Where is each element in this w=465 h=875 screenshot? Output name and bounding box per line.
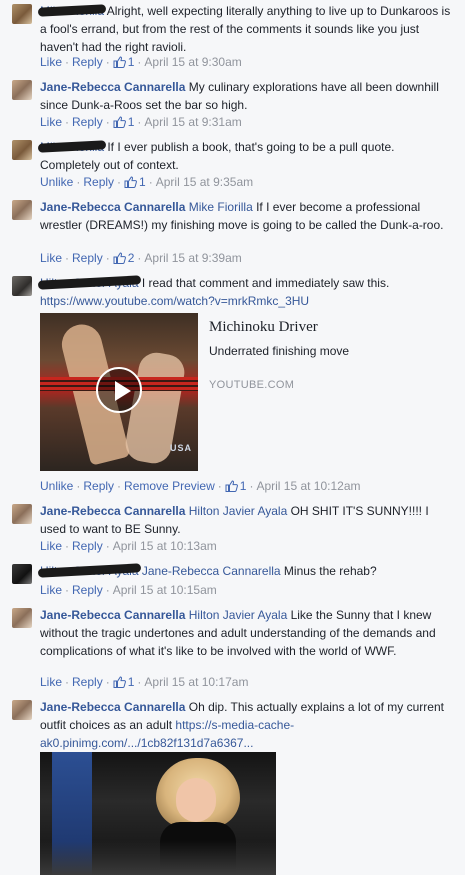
comment-body: Mike Fiorilla If I ever publish a book, … — [40, 138, 455, 174]
like-link[interactable]: Like — [40, 539, 62, 553]
remove-preview-link[interactable]: Remove Preview — [124, 479, 215, 493]
like-link[interactable]: Like — [40, 251, 62, 265]
mention-link[interactable]: Hilton Javier Ayala — [189, 608, 288, 622]
avatar[interactable] — [12, 276, 32, 296]
comment-body: Mike Fiorilla Alright, well expecting li… — [40, 2, 455, 56]
preview-description: Underrated finishing move — [209, 344, 350, 358]
avatar[interactable] — [12, 80, 32, 100]
like-count[interactable]: 1 — [128, 55, 135, 69]
comment-author[interactable]: Jane-Rebecca Cannarella — [40, 608, 185, 622]
comment-actions: Unlike · Reply · 1 · April 15 at 9:35am — [40, 174, 253, 192]
reply-link[interactable]: Reply — [83, 479, 114, 493]
play-icon[interactable] — [96, 367, 142, 413]
avatar[interactable] — [12, 504, 32, 524]
comment-author[interactable]: Jane-Rebecca Cannarella — [40, 80, 185, 94]
like-link[interactable]: Like — [40, 55, 62, 69]
comment-body: Jane-Rebecca Cannarella My culinary expl… — [40, 78, 455, 114]
unlike-link[interactable]: Unlike — [40, 175, 73, 189]
avatar[interactable] — [12, 200, 32, 220]
like-count[interactable]: 2 — [128, 251, 135, 265]
reply-link[interactable]: Reply — [72, 675, 103, 689]
comment-actions: Unlike · Reply · Remove Preview · 1 · April 15 a… — [40, 478, 361, 496]
avatar[interactable] — [12, 4, 32, 24]
thumbs-up-icon[interactable] — [124, 176, 137, 192]
reply-link[interactable]: Reply — [72, 539, 103, 553]
comment-text: Minus the rehab? — [280, 564, 377, 578]
comment-body: Hilton Javier Ayala Jane-Rebecca Cannare… — [40, 562, 455, 580]
like-link[interactable]: Like — [40, 115, 62, 129]
thumbs-up-icon[interactable] — [225, 480, 238, 496]
comment-author[interactable]: Hilton Javier Ayala — [40, 274, 139, 292]
avatar[interactable] — [12, 608, 32, 628]
comment-body: Jane-Rebecca Cannarella Hilton Javier Ay… — [40, 606, 455, 660]
like-count[interactable]: 1 — [240, 479, 247, 493]
reply-link[interactable]: Reply — [72, 115, 103, 129]
comment-text: I read that comment and immediately saw … — [138, 276, 390, 290]
preview-title[interactable]: Michinoku Driver — [209, 319, 318, 336]
comment-author[interactable]: Mike Fiorilla — [40, 2, 104, 20]
like-count[interactable]: 1 — [128, 675, 135, 689]
timestamp[interactable]: April 15 at 9:31am — [144, 115, 241, 129]
comment-actions: Like · Reply · April 15 at 10:13am — [40, 539, 217, 553]
link-preview[interactable]: USA Michinoku Driver Underrated finishin… — [40, 313, 450, 471]
comment-actions: Like · Reply · 2 · April 15 at 9:39am — [40, 250, 242, 268]
comment-body: Jane-Rebecca Cannarella Hilton Javier Ay… — [40, 502, 455, 538]
like-link[interactable]: Like — [40, 583, 62, 597]
timestamp[interactable]: April 15 at 9:39am — [144, 251, 241, 265]
comment-actions: Like · Reply · 1 · April 15 at 9:30am — [40, 54, 242, 72]
attached-photo[interactable] — [40, 752, 276, 875]
reply-link[interactable]: Reply — [72, 583, 103, 597]
unlike-link[interactable]: Unlike — [40, 479, 73, 493]
thumbs-up-icon[interactable] — [113, 56, 126, 72]
comment-actions: Like · Reply · April 15 at 10:15am — [40, 583, 217, 597]
reply-link[interactable]: Reply — [83, 175, 114, 189]
comment-body: Jane-Rebecca Cannarella Oh dip. This act… — [40, 698, 455, 752]
comment-author[interactable]: Hilton Javier Ayala — [40, 562, 139, 580]
comment-thread: Mike Fiorilla Alright, well expecting li… — [0, 0, 465, 875]
timestamp[interactable]: April 15 at 10:12am — [256, 479, 360, 493]
reply-link[interactable]: Reply — [72, 55, 103, 69]
preview-domain: YOUTUBE.COM — [209, 379, 295, 391]
mention-link[interactable]: Jane-Rebecca Cannarella — [142, 564, 281, 578]
mention-link[interactable]: Hilton Javier Ayala — [189, 504, 288, 518]
thumbs-up-icon[interactable] — [113, 116, 126, 132]
thumbs-up-icon[interactable] — [113, 676, 126, 692]
reply-link[interactable]: Reply — [72, 251, 103, 265]
youtube-link[interactable]: https://www.youtube.com/watch?v=mrkRmkc_… — [40, 294, 309, 308]
timestamp[interactable]: April 15 at 10:13am — [113, 539, 217, 553]
like-link[interactable]: Like — [40, 675, 62, 689]
thumbs-up-icon[interactable] — [113, 252, 126, 268]
mention-link[interactable]: Mike Fiorilla — [189, 200, 253, 214]
comment-body: Jane-Rebecca Cannarella Mike Fiorilla If… — [40, 198, 455, 234]
video-thumbnail[interactable]: USA — [40, 313, 198, 471]
comment-author[interactable]: Jane-Rebecca Cannarella — [40, 200, 185, 214]
like-count[interactable]: 1 — [139, 175, 146, 189]
like-count[interactable]: 1 — [128, 115, 135, 129]
avatar[interactable] — [12, 564, 32, 584]
timestamp[interactable]: April 15 at 9:30am — [144, 55, 241, 69]
comment-actions: Like · Reply · 1 · April 15 at 10:17am — [40, 674, 248, 692]
comment-body: Hilton Javier Ayala I read that comment … — [40, 274, 455, 310]
avatar[interactable] — [12, 700, 32, 720]
timestamp[interactable]: April 15 at 10:17am — [144, 675, 248, 689]
avatar[interactable] — [12, 140, 32, 160]
timestamp[interactable]: April 15 at 10:15am — [113, 583, 217, 597]
comment-author[interactable]: Mike Fiorilla — [40, 138, 104, 156]
comment-author[interactable]: Jane-Rebecca Cannarella — [40, 504, 185, 518]
comment-author[interactable]: Jane-Rebecca Cannarella — [40, 700, 185, 714]
timestamp[interactable]: April 15 at 9:35am — [156, 175, 253, 189]
comment-actions: Like · Reply · 1 · April 15 at 9:31am — [40, 114, 242, 132]
